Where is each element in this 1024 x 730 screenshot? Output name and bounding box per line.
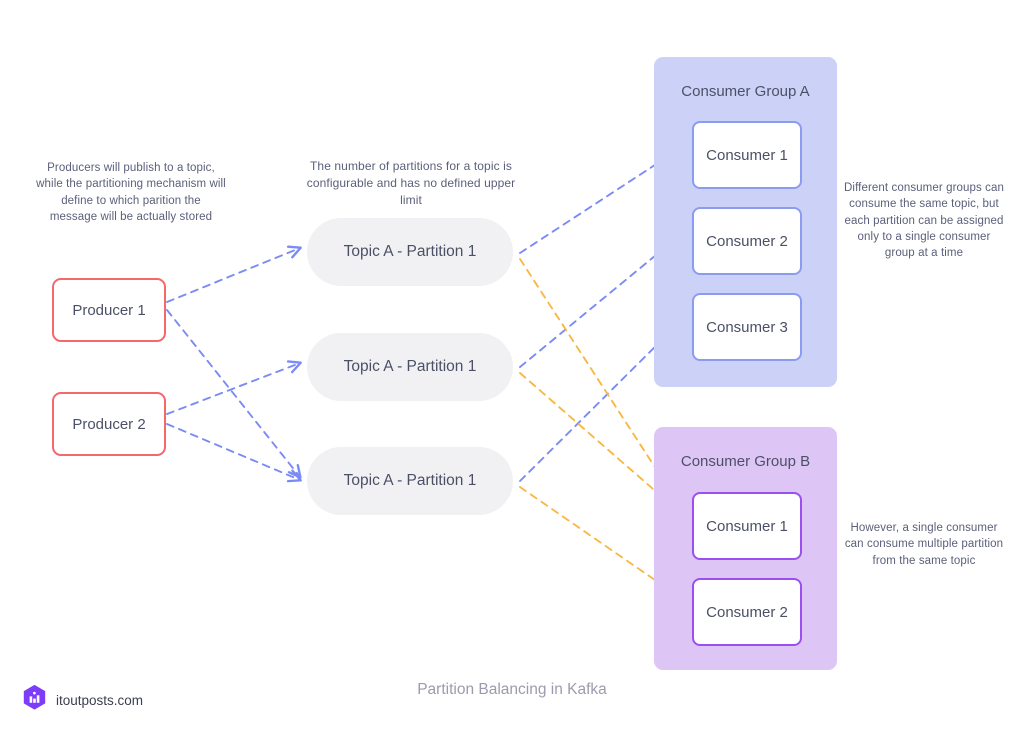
topic-partition-1-node[interactable]: Topic A - Partition 1 xyxy=(307,218,513,286)
topic-partition-2-label: Topic A - Partition 1 xyxy=(343,358,477,375)
producer-2-node[interactable]: Producer 2 xyxy=(52,392,166,456)
producer-1-label: Producer 1 xyxy=(72,301,146,319)
consumer-group-b-consumer-1[interactable]: Consumer 1 xyxy=(692,492,802,560)
producer-2-label: Producer 2 xyxy=(72,415,146,433)
note-consumer-groups: Different consumer groups can consume th… xyxy=(844,182,1004,260)
consumer-group-a-consumer-2[interactable]: Consumer 2 xyxy=(692,207,802,275)
topic-partition-1-label: Topic A - Partition 1 xyxy=(343,243,477,260)
topic-partition-2-node[interactable]: Topic A - Partition 1 xyxy=(307,333,513,401)
brand-watermark[interactable]: itoutposts.com xyxy=(22,684,143,716)
consumer-group-b-panel: Consumer Group B Consumer 1 Consumer 2 xyxy=(654,427,837,670)
edge-producer2-topic2 xyxy=(166,363,300,415)
consumer-group-a-panel: Consumer Group A Consumer 1 Consumer 2 C… xyxy=(654,57,837,387)
consumer-group-b-title: Consumer Group B xyxy=(680,453,811,470)
brand-name-label: itoutposts.com xyxy=(56,692,144,708)
consumer-group-a-consumer-1-label: Consumer 1 xyxy=(706,146,788,164)
topic-partition-3-node[interactable]: Topic A - Partition 1 xyxy=(307,447,513,515)
consumer-group-a-consumer-1[interactable]: Consumer 1 xyxy=(692,121,802,189)
consumer-group-a-consumer-3[interactable]: Consumer 3 xyxy=(692,293,802,361)
consumer-group-a-consumer-2-label: Consumer 2 xyxy=(706,232,788,250)
diagram-canvas: Producers will publish to a topic, while… xyxy=(0,0,1024,730)
edge-producer1-topic3 xyxy=(166,309,300,477)
consumer-group-b-consumer-2[interactable]: Consumer 2 xyxy=(692,578,802,646)
note-producers: Producers will publish to a topic, while… xyxy=(36,162,226,223)
producer-1-node[interactable]: Producer 1 xyxy=(52,278,166,342)
consumer-group-a-title: Consumer Group A xyxy=(681,83,810,100)
hexagon-logo-icon xyxy=(22,684,47,716)
topic-partition-3-label: Topic A - Partition 1 xyxy=(343,472,477,489)
edge-producer2-topic3 xyxy=(166,423,300,480)
consumer-group-b-consumer-2-label: Consumer 2 xyxy=(706,603,788,621)
note-partitions: The number of partitions for a topic is … xyxy=(306,159,516,208)
edge-producer1-topic1 xyxy=(166,248,300,303)
consumer-group-b-consumer-1-label: Consumer 1 xyxy=(706,517,788,535)
diagram-caption: Partition Balancing in Kafka xyxy=(417,681,607,698)
consumer-group-a-consumer-3-label: Consumer 3 xyxy=(706,318,788,336)
note-single-consumer: However, a single consumer can consume m… xyxy=(844,522,1004,567)
